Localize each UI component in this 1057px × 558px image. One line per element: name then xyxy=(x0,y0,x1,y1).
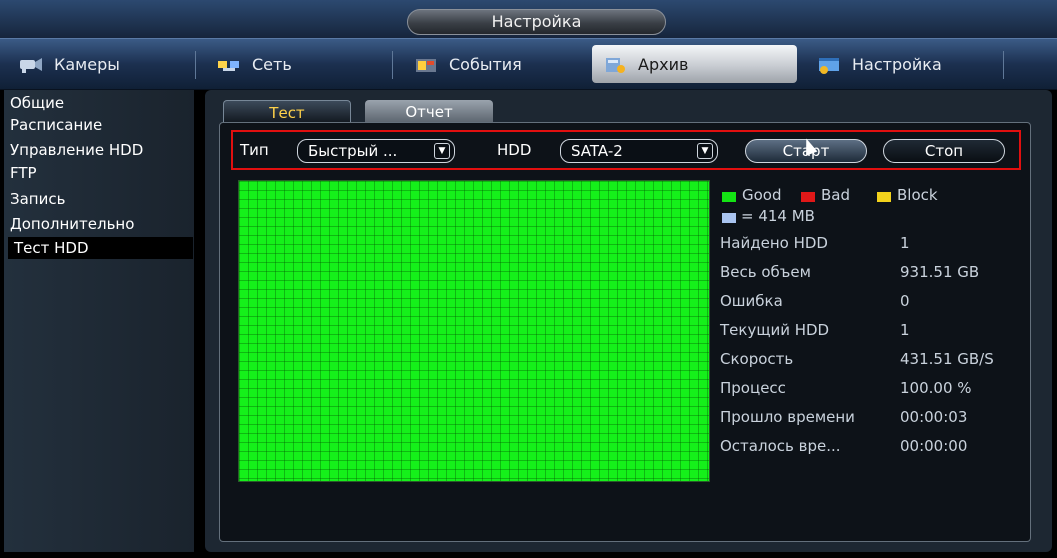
nav-tab-label: Архив xyxy=(638,54,689,74)
legend-bad-label: Bad xyxy=(821,186,851,204)
info-key: Текущий HDD xyxy=(720,321,830,339)
hdd-label: HDD xyxy=(497,141,532,159)
events-icon xyxy=(413,53,439,75)
nav-tab-network[interactable]: Сеть xyxy=(206,45,384,83)
legend-unit-swatch xyxy=(722,213,736,223)
info-key: Ошибка xyxy=(720,292,783,310)
type-label: Тип xyxy=(240,141,269,159)
sidebar-item-schedule[interactable]: Расписание xyxy=(10,114,102,136)
sidebar-item-advanced[interactable]: Дополнительно xyxy=(10,213,134,235)
archive-icon xyxy=(602,53,628,75)
settings-icon xyxy=(816,53,842,75)
nav-tab-archive[interactable]: Архив xyxy=(592,45,797,83)
info-key: Скорость xyxy=(720,350,794,368)
nav-separator xyxy=(195,51,196,79)
tab-report[interactable]: Отчет xyxy=(365,100,493,124)
tab-test[interactable]: Тест xyxy=(223,100,351,124)
legend-bad-swatch xyxy=(801,192,815,202)
nav-tab-label: Сеть xyxy=(252,54,292,74)
main-nav: Камеры Сеть События Архив Настройка xyxy=(0,38,1057,90)
info-value: 00:00:00 xyxy=(900,437,968,455)
chevron-down-icon: ▼ xyxy=(434,143,450,159)
info-key: Процесс xyxy=(720,379,786,397)
sidebar-item-ftp[interactable]: FTP xyxy=(10,162,37,184)
nav-separator xyxy=(1003,51,1004,79)
sidebar-item-record[interactable]: Запись xyxy=(10,188,65,210)
legend-block-label: Block xyxy=(897,186,938,204)
info-key: Найдено HDD xyxy=(720,234,828,252)
title-bar: Настройка xyxy=(0,0,1057,38)
type-select[interactable]: Быстрый ... ▼ xyxy=(297,139,455,163)
nav-tab-cameras[interactable]: Камеры xyxy=(8,45,186,83)
camera-icon xyxy=(18,53,44,75)
network-icon xyxy=(216,53,242,75)
sidebar-item-hdd-manage[interactable]: Управление HDD xyxy=(10,139,143,161)
info-key: Прошло времени xyxy=(720,408,855,426)
nav-tab-label: События xyxy=(449,54,522,74)
nav-tab-label: Камеры xyxy=(54,54,120,74)
hdd-select-value: SATA-2 xyxy=(571,142,623,160)
info-value: 00:00:03 xyxy=(900,408,968,426)
legend-block-swatch xyxy=(877,192,891,202)
info-value: 931.51 GB xyxy=(900,263,980,281)
nav-tab-label: Настройка xyxy=(852,54,942,74)
nav-tab-events[interactable]: События xyxy=(403,45,583,83)
info-value: 1 xyxy=(900,321,910,339)
hdd-block-map xyxy=(238,180,710,482)
sidebar-item-general[interactable]: Общие xyxy=(10,92,64,114)
hdd-select[interactable]: SATA-2 ▼ xyxy=(560,139,718,163)
info-value: 100.00 % xyxy=(900,379,972,397)
window-title: Настройка xyxy=(407,9,666,35)
chevron-down-icon: ▼ xyxy=(697,143,713,159)
legend-good-label: Good xyxy=(742,186,782,204)
nav-separator xyxy=(392,51,393,79)
legend-good-swatch xyxy=(722,192,736,202)
info-value: 431.51 GB/S xyxy=(900,350,994,368)
sidebar-item-hdd-test[interactable]: Тест HDD xyxy=(8,237,193,259)
nav-tab-settings[interactable]: Настройка xyxy=(806,45,996,83)
info-key: Весь объем xyxy=(720,263,811,281)
legend-unit-label: = 414 MB xyxy=(741,207,815,225)
sidebar: Общие Расписание Управление HDD FTP Запи… xyxy=(4,90,194,552)
info-value: 0 xyxy=(900,292,910,310)
info-key: Осталось вре... xyxy=(720,437,841,455)
type-select-value: Быстрый ... xyxy=(308,142,398,160)
stop-button[interactable]: Стоп xyxy=(883,139,1005,163)
info-value: 1 xyxy=(900,234,910,252)
